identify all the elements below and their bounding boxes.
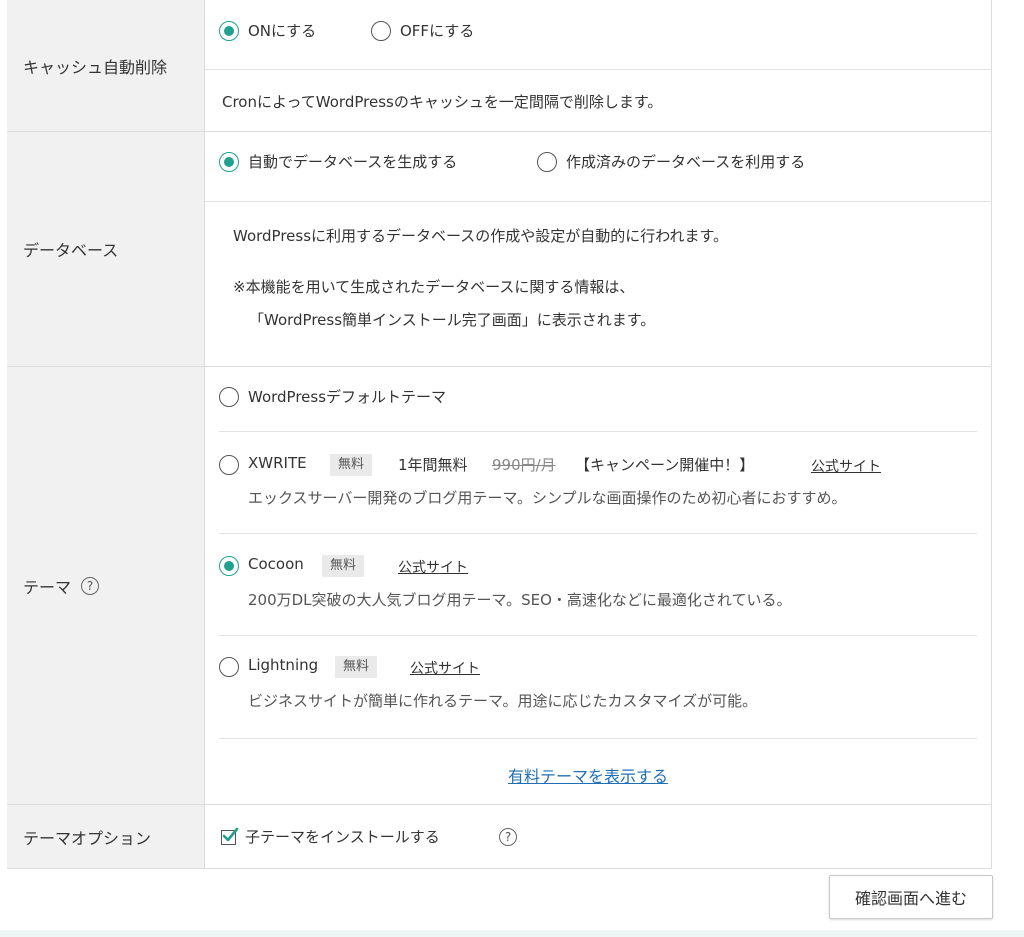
- database-label: データベース: [7, 132, 204, 366]
- cache-label: キャッシュ自動削除: [7, 0, 204, 131]
- theme-lightning-badge: 無料: [335, 656, 378, 678]
- theme-xwrite-promo: 1年間無料: [398, 456, 468, 474]
- cache-description: CronによってWordPressのキャッシュを一定間隔で削除します。: [222, 93, 663, 111]
- theme-xwrite-campaign: 【キャンペーン開催中！】: [575, 456, 755, 474]
- theme-xwrite-official-link[interactable]: 公式サイト: [811, 456, 881, 476]
- theme-cocoon-name[interactable]: Cocoon: [248, 555, 304, 573]
- cache-on-radio[interactable]: [219, 21, 239, 41]
- cache-value-cell: ONにする OFFにする CronによってWordPressのキャッシュを一定間…: [204, 0, 992, 131]
- database-value-cell: 自動でデータベースを生成する 作成済みのデータベースを利用する WordPres…: [204, 132, 992, 366]
- theme-cocoon-desc: 200万DL突破の大人気ブログ用テーマ。SEO・高速化などに最適化されている。: [248, 591, 792, 609]
- database-existing-label[interactable]: 作成済みのデータベースを利用する: [566, 151, 805, 172]
- theme-default-label[interactable]: WordPressデフォルトテーマ: [248, 386, 446, 407]
- cache-row: キャッシュ自動削除 ONにする OFFにする CronによってWordPress…: [7, 0, 992, 132]
- child-theme-checkbox[interactable]: [221, 827, 239, 845]
- divider: [205, 201, 991, 202]
- theme-lightning-name[interactable]: Lightning: [248, 656, 318, 674]
- database-auto-radio[interactable]: [219, 152, 239, 172]
- theme-value-cell: WordPressデフォルトテーマ XWRITE 無料 1年間無料 990円/月…: [204, 367, 992, 804]
- database-desc-1: WordPressに利用するデータベースの作成や設定が自動的に行われます。: [233, 227, 729, 245]
- check-icon: [222, 827, 239, 842]
- divider: [205, 69, 991, 70]
- theme-default-radio[interactable]: [219, 387, 239, 407]
- theme-cocoon-official-link[interactable]: 公式サイト: [398, 557, 468, 577]
- theme-label-cell: テーマ ?: [7, 367, 204, 804]
- database-existing-radio[interactable]: [537, 152, 557, 172]
- divider: [219, 533, 977, 534]
- theme-xwrite-desc: エックスサーバー開発のブログ用テーマ。シンプルな画面操作のため初心者におすすめ。: [248, 489, 847, 507]
- cache-on-label[interactable]: ONにする: [248, 20, 316, 41]
- theme-cocoon-badge: 無料: [322, 555, 365, 577]
- show-paid-themes-link[interactable]: 有料テーマを表示する: [508, 763, 668, 787]
- theme-option-value-cell: 子テーマをインストールする ?: [204, 805, 992, 868]
- theme-help-icon[interactable]: ?: [81, 576, 100, 595]
- theme-xwrite-badge: 無料: [330, 454, 373, 476]
- theme-option-label: テーマオプション: [7, 805, 204, 868]
- theme-xwrite-radio[interactable]: [219, 455, 239, 475]
- theme-xwrite-old-price: 990円/月: [492, 456, 556, 474]
- theme-xwrite-name[interactable]: XWRITE: [248, 454, 307, 472]
- cache-off-radio[interactable]: [371, 21, 391, 41]
- theme-row: テーマ ? WordPressデフォルトテーマ XWRITE 無料 1年間無料 …: [7, 367, 992, 805]
- footer-strip: [0, 930, 1024, 937]
- theme-lightning-radio[interactable]: [219, 657, 239, 677]
- theme-lightning-desc: ビジネスサイトが簡単に作れるテーマ。用途に応じたカスタマイズが可能。: [248, 692, 758, 710]
- theme-label: テーマ: [23, 577, 72, 597]
- database-desc-3: 「WordPress簡単インストール完了画面」に表示されます。: [249, 311, 656, 329]
- theme-option-row: テーマオプション 子テーマをインストールする ?: [7, 805, 992, 869]
- child-theme-help-icon[interactable]: ?: [499, 828, 517, 846]
- child-theme-label[interactable]: 子テーマをインストールする: [245, 826, 440, 847]
- database-row: データベース 自動でデータベースを生成する 作成済みのデータベースを利用する W…: [7, 132, 992, 367]
- database-auto-label[interactable]: 自動でデータベースを生成する: [248, 151, 457, 172]
- proceed-to-confirmation-button[interactable]: 確認画面へ進む: [829, 875, 993, 919]
- theme-cocoon-radio[interactable]: [219, 556, 239, 576]
- divider: [219, 431, 977, 432]
- divider: [219, 635, 977, 636]
- cache-off-label[interactable]: OFFにする: [400, 20, 474, 41]
- theme-lightning-official-link[interactable]: 公式サイト: [410, 658, 480, 678]
- database-desc-2: ※本機能を用いて生成されたデータベースに関する情報は、: [233, 278, 635, 296]
- divider: [219, 738, 977, 739]
